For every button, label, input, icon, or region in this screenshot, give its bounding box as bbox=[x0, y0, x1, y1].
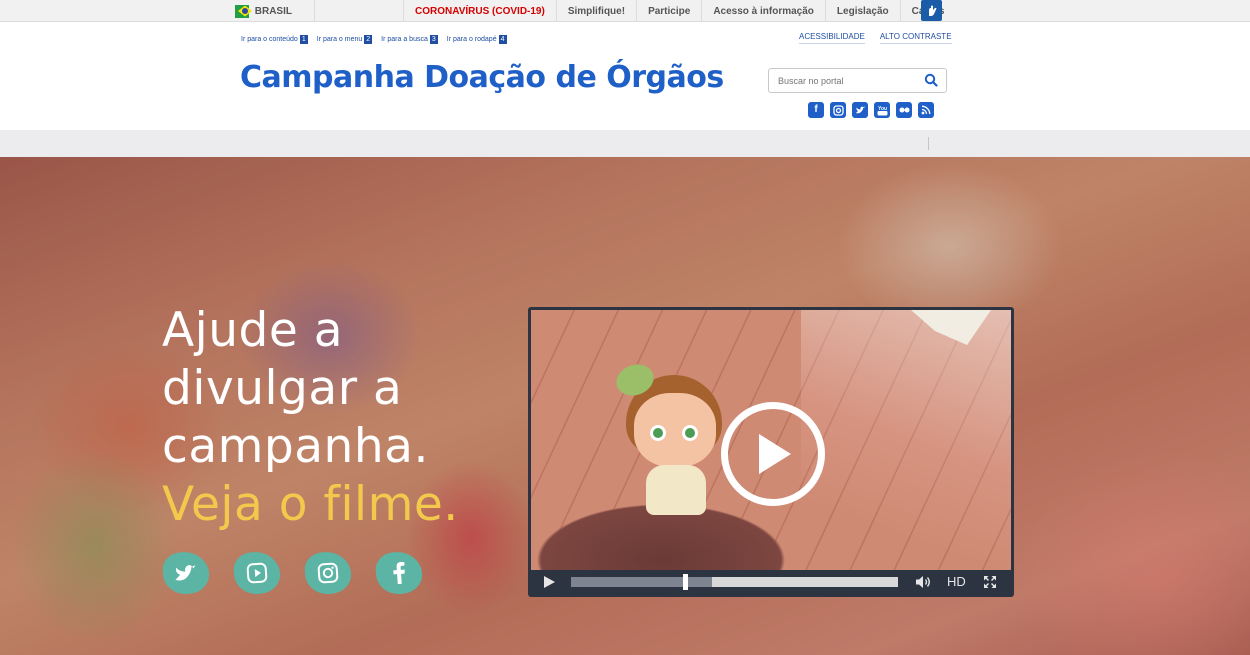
volume-icon[interactable] bbox=[915, 575, 931, 589]
gov-links: CORONAVÍRUS (COVID-19) Simplifique! Part… bbox=[403, 0, 955, 22]
video-controls: HD bbox=[531, 570, 1011, 594]
accessibility-link[interactable]: ACESSIBILIDADE bbox=[799, 32, 865, 44]
participe-link[interactable]: Participe bbox=[636, 0, 701, 22]
hero-youtube-button[interactable] bbox=[232, 550, 282, 596]
hero-facebook-button[interactable] bbox=[374, 550, 424, 596]
skip-to-search-link[interactable]: Ir para a busca 3 bbox=[381, 35, 438, 44]
hero-social-buttons bbox=[161, 550, 424, 596]
covid-link[interactable]: CORONAVÍRUS (COVID-19) bbox=[403, 0, 556, 22]
acesso-informacao-link[interactable]: Acesso à informação bbox=[701, 0, 825, 22]
simplifique-link[interactable]: Simplifique! bbox=[555, 0, 636, 22]
legislacao-link[interactable]: Legislação bbox=[824, 0, 900, 22]
twitter-icon bbox=[175, 565, 196, 581]
skip-to-menu-link[interactable]: Ir para o menu 2 bbox=[317, 35, 373, 44]
search-box bbox=[768, 68, 947, 93]
hero-banner: Ajude a divulgar a campanha. Veja o film… bbox=[0, 157, 1250, 655]
progress-bar[interactable] bbox=[571, 574, 898, 590]
brasil-link[interactable]: BRASIL bbox=[235, 0, 315, 22]
high-contrast-link[interactable]: ALTO CONTRASTE bbox=[879, 32, 952, 44]
youtube-icon[interactable]: You bbox=[874, 102, 890, 118]
headline-highlight: Veja o filme. bbox=[162, 477, 459, 532]
vlibras-hands-icon[interactable] bbox=[921, 0, 942, 21]
page-title[interactable]: Campanha Doação de Órgãos bbox=[240, 60, 724, 95]
rss-icon[interactable] bbox=[918, 102, 934, 118]
skip-to-content-link[interactable]: Ir para o conteúdo 1 bbox=[241, 35, 308, 44]
skip-links: Ir para o conteúdo 1 Ir para o menu 2 Ir p… bbox=[241, 35, 507, 44]
accessibility-links: ACESSIBILIDADE ALTO CONTRASTE bbox=[799, 32, 952, 44]
search-icon[interactable] bbox=[924, 73, 938, 87]
menu-bar bbox=[0, 130, 1250, 157]
hero-headline: Ajude a divulgar a campanha. Veja o film… bbox=[162, 302, 459, 534]
youtube-icon bbox=[246, 562, 268, 584]
cartoon-girl-image bbox=[612, 345, 736, 520]
skip-to-footer-link[interactable]: Ir para o rodapé 4 bbox=[447, 35, 507, 44]
hero-twitter-button[interactable] bbox=[161, 550, 211, 596]
hd-toggle[interactable]: HD bbox=[947, 574, 966, 589]
instagram-icon[interactable] bbox=[830, 102, 846, 118]
flickr-icon[interactable] bbox=[896, 102, 912, 118]
search-input[interactable] bbox=[769, 69, 909, 92]
hero-instagram-button[interactable] bbox=[303, 550, 353, 596]
gov-bar: BRASIL CORONAVÍRUS (COVID-19) Simplifiqu… bbox=[0, 0, 1250, 22]
fullscreen-icon[interactable] bbox=[983, 575, 997, 589]
buffered-bar bbox=[571, 577, 712, 587]
brasil-label: BRASIL bbox=[254, 5, 292, 17]
menu-divider bbox=[928, 137, 929, 150]
play-icon[interactable] bbox=[542, 575, 556, 589]
brazil-flag-icon bbox=[235, 4, 249, 18]
instagram-icon bbox=[317, 562, 339, 584]
twitter-icon[interactable] bbox=[852, 102, 868, 118]
facebook-icon bbox=[393, 561, 405, 585]
progress-handle[interactable] bbox=[683, 574, 688, 590]
headline-line-2: divulgar a bbox=[162, 361, 403, 416]
light-glow bbox=[801, 310, 1011, 570]
header-social-icons: f You bbox=[808, 102, 934, 118]
headline-line-3: campanha. bbox=[162, 419, 429, 474]
facebook-icon[interactable]: f bbox=[808, 102, 824, 118]
video-frame[interactable] bbox=[531, 310, 1011, 570]
video-player[interactable]: HD bbox=[528, 307, 1014, 597]
headline-line-1: Ajude a bbox=[162, 303, 343, 358]
site-header: Ir para o conteúdo 1 Ir para o menu 2 Ir p… bbox=[0, 22, 1250, 130]
big-play-button[interactable] bbox=[721, 402, 825, 506]
play-icon bbox=[759, 434, 791, 474]
